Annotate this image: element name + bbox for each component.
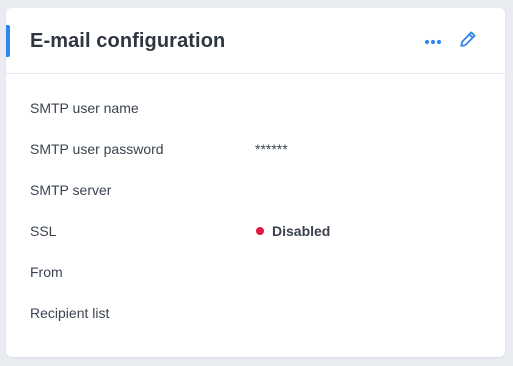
field-label: SSL xyxy=(30,223,57,239)
field-list: SMTP user name SMTP user password ******… xyxy=(6,95,505,341)
status-badge: Disabled xyxy=(255,223,330,239)
card-header: E-mail configuration xyxy=(6,8,505,74)
more-options-button[interactable] xyxy=(420,28,446,54)
email-configuration-card: E-mail configuration SMTP user name SMTP… xyxy=(6,8,505,357)
field-row-recipient-list: Recipient list xyxy=(6,300,505,341)
status-text: Disabled xyxy=(272,223,331,239)
field-row-smtp-server: SMTP server xyxy=(6,177,505,218)
more-horizontal-icon xyxy=(424,32,442,50)
field-row-ssl: SSL Disabled xyxy=(6,218,505,259)
field-row-from: From xyxy=(6,259,505,300)
card-title: E-mail configuration xyxy=(30,30,226,52)
field-label: SMTP server xyxy=(30,182,112,198)
field-label: From xyxy=(30,264,63,280)
pencil-icon xyxy=(459,30,477,53)
field-row-smtp-user-name: SMTP user name xyxy=(6,95,505,136)
field-value: ****** xyxy=(255,141,288,157)
status-dot-icon xyxy=(256,227,264,235)
accent-bar xyxy=(6,25,10,57)
field-label: SMTP user password xyxy=(30,141,164,157)
field-row-smtp-user-password: SMTP user password ****** xyxy=(6,136,505,177)
edit-button[interactable] xyxy=(455,28,481,54)
field-label: Recipient list xyxy=(30,305,110,321)
field-label: SMTP user name xyxy=(30,100,139,116)
